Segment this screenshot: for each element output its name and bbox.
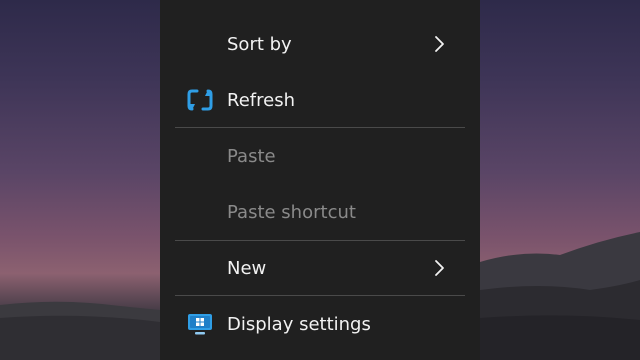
chevron-right-icon: [435, 260, 444, 276]
menu-item-paste-shortcut[interactable]: Paste shortcut: [160, 184, 480, 240]
menu-item-sort-by[interactable]: Sort by: [160, 16, 480, 72]
menu-item-new[interactable]: New: [160, 240, 480, 296]
menu-item-display-settings[interactable]: Display settings: [160, 296, 480, 352]
menu-item-label: Refresh: [227, 89, 295, 111]
menu-item-refresh[interactable]: Refresh: [160, 72, 480, 128]
refresh-icon: [186, 87, 214, 113]
menu-item-label: Paste: [227, 145, 276, 167]
desktop-context-menu: Sort by Refresh Paste Paste shortcut New: [160, 0, 480, 360]
menu-item-label: Sort by: [227, 33, 292, 55]
menu-item-label: Paste shortcut: [227, 201, 356, 223]
menu-item-paste[interactable]: Paste: [160, 128, 480, 184]
chevron-right-icon: [435, 36, 444, 52]
menu-item-label: Display settings: [227, 313, 371, 335]
display-settings-icon: [186, 311, 214, 337]
menu-item-label: New: [227, 257, 267, 279]
